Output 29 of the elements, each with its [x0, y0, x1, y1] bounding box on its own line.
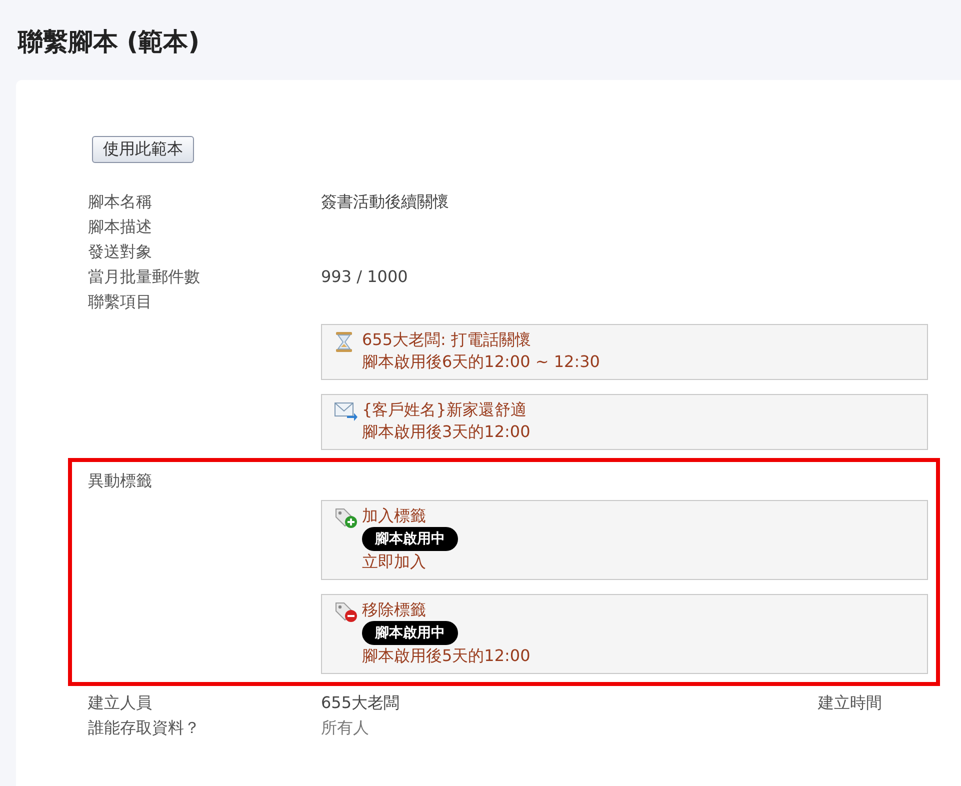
field-value: 所有人: [321, 717, 370, 739]
field-value: 655大老闆: [321, 692, 401, 714]
item-title: {客戶姓名}新家還舒適: [362, 399, 526, 421]
status-badge: 腳本啟用中: [362, 621, 458, 645]
field-label: 聯繫項目: [88, 291, 153, 313]
hourglass-icon: [334, 331, 354, 353]
envelope-arrow-icon: [334, 401, 358, 421]
field-label: 誰能存取資料？: [88, 717, 201, 739]
tag-plus-icon: [334, 507, 358, 529]
item-title: 加入標籤: [362, 505, 426, 527]
field-label: 異動標籤: [88, 471, 153, 492]
field-label: 發送對象: [88, 241, 153, 263]
item-schedule: 腳本啟用後5天的12:00: [362, 645, 530, 667]
field-label: 當月批量郵件數: [88, 266, 201, 288]
item-schedule: 腳本啟用後3天的12:00: [362, 421, 530, 443]
field-label: 建立時間: [818, 692, 882, 714]
item-schedule: 立即加入: [362, 551, 426, 573]
field-label: 建立人員: [88, 692, 153, 714]
page-title: 聯繫腳本 (範本): [16, 26, 201, 56]
field-label: 腳本描述: [88, 216, 153, 238]
item-title: 移除標籤: [362, 599, 426, 621]
use-template-button[interactable]: 使用此範本: [92, 136, 194, 163]
status-badge: 腳本啟用中: [362, 527, 458, 551]
field-value: 簽書活動後續關懷: [321, 191, 450, 213]
field-label: 腳本名稱: [88, 191, 153, 213]
field-value: 993 / 1000: [321, 266, 409, 288]
item-schedule: 腳本啟用後6天的12:00 ~ 12:30: [362, 351, 600, 373]
item-title: 655大老闆: 打電話關懷: [362, 329, 532, 351]
tag-minus-icon: [334, 601, 358, 623]
